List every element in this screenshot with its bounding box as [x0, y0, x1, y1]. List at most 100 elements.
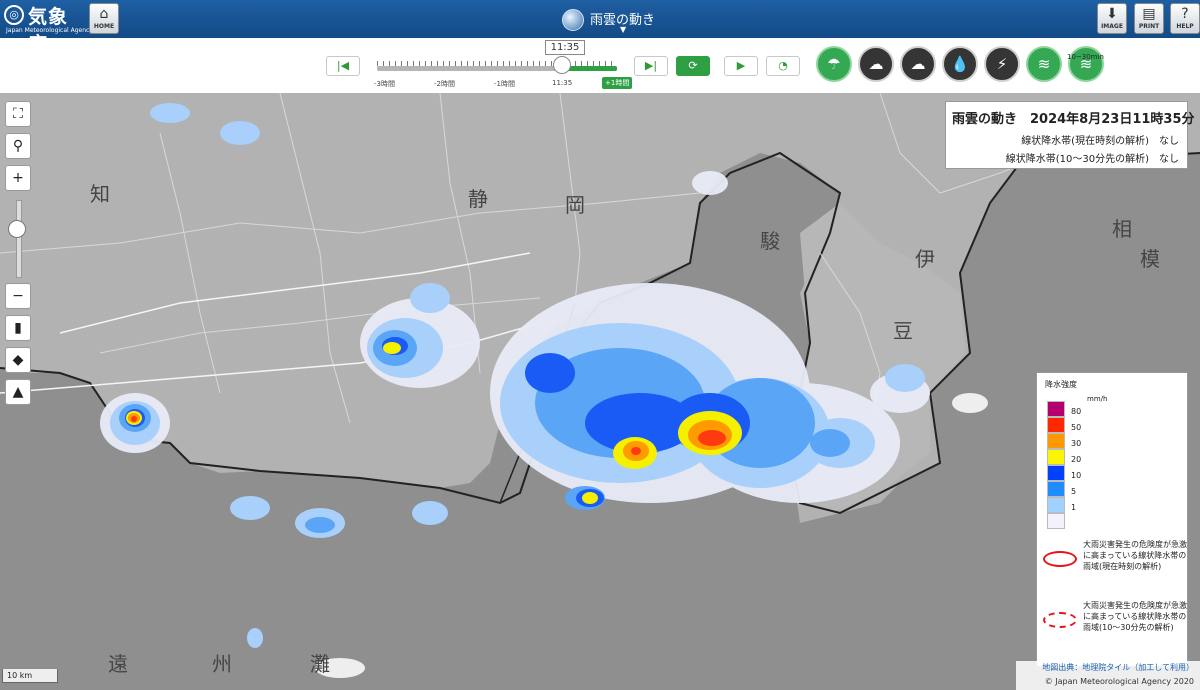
image-button[interactable]: ⬇ IMAGE	[1097, 3, 1127, 34]
place-label: 伊	[915, 247, 935, 271]
place-label: 州	[212, 652, 232, 676]
print-label: PRINT	[1138, 23, 1160, 30]
jma-logo[interactable]: ◎ 気象庁 Japan Meteorological Agency	[4, 3, 93, 55]
print-button[interactable]: ▤ PRINT	[1134, 3, 1164, 34]
legend-value: 20	[1071, 455, 1082, 464]
zoom-in-button[interactable]: +	[5, 165, 31, 191]
place-label: 知	[90, 182, 110, 206]
jma-emblem-icon: ◎	[4, 5, 24, 25]
terrain-button[interactable]: ▲	[5, 379, 31, 405]
speed-button[interactable]: ◔	[766, 56, 800, 76]
chevron-down-icon: ▼	[620, 25, 627, 34]
place-label: 静	[468, 187, 488, 211]
question-icon: ?	[1181, 6, 1189, 22]
latest-button[interactable]: ⟳	[676, 56, 710, 76]
status-title: 雨雲の動き 2024年8月23日11時35分	[952, 112, 1195, 127]
legend-swatch	[1047, 497, 1065, 513]
legend-title: 降水強度	[1045, 380, 1077, 389]
legend-value: 50	[1071, 423, 1082, 432]
minus-icon: −	[12, 288, 24, 304]
legend-value: 5	[1071, 487, 1077, 496]
legend-swatch	[1047, 401, 1065, 417]
layer-linear-band-forecast-button[interactable]: ≋	[1068, 46, 1104, 82]
legend-swatch	[1047, 417, 1065, 433]
current-location-button[interactable]: ⚲	[5, 133, 31, 159]
product-selector[interactable]: 雨雲の動き ▼	[560, 5, 670, 35]
opacity-button[interactable]: ◆	[5, 347, 31, 373]
legend-value: 30	[1071, 439, 1082, 448]
layer-rain-button[interactable]: ☂	[816, 46, 852, 82]
cloud-radar-icon: ☁	[910, 55, 926, 73]
fullscreen-icon: ⛶	[13, 106, 23, 122]
legend-swatch	[1047, 481, 1065, 497]
attribution: 地図出典：地理院タイル（加工して利用） © Japan Meteorologic…	[1016, 661, 1200, 690]
printer-icon: ▤	[1142, 6, 1156, 22]
copyright-text: © Japan Meteorological Agency 2020	[1044, 677, 1194, 686]
rain-map[interactable]: 知 静 岡 駿 伊 豆 相 模 遠 州 灘 ⛶ ⚲ + − ▮ ◆ ▲ 雨雲の動…	[0, 93, 1200, 690]
plus-one-hour-label[interactable]: +1時間	[602, 77, 633, 89]
plus-icon: +	[12, 170, 24, 186]
layer-radar-button[interactable]: ☁	[900, 46, 936, 82]
lightning-icon: ⚡	[996, 55, 1008, 73]
tick-label: -2時間	[434, 80, 455, 88]
time-slider-thumb[interactable]	[553, 56, 571, 74]
place-label: 模	[1140, 247, 1160, 271]
place-label: 岡	[565, 193, 585, 217]
legend-swatch	[1047, 433, 1065, 449]
place-label: 豆	[893, 319, 913, 343]
droplet-icon: ◆	[12, 352, 24, 368]
play-button[interactable]: ▶	[724, 56, 758, 76]
map-layer-button[interactable]: ▮	[5, 315, 31, 341]
speedometer-icon: ◔	[778, 59, 788, 72]
forecast-layer-label: 10~30min	[1067, 53, 1104, 61]
legend-swatch	[1047, 513, 1065, 529]
tick-label: -3時間	[374, 80, 395, 88]
skip-to-end-button[interactable]: ▶|	[634, 56, 668, 76]
skip-forward-icon: ▶|	[644, 59, 658, 72]
tick-label: 11:35	[552, 79, 573, 87]
map-icon: ▮	[14, 320, 22, 336]
legend-swatch	[1047, 465, 1065, 481]
attribution-link[interactable]: 地図出典：地理院タイル（加工して利用）	[1016, 661, 1194, 675]
place-label: 駿	[760, 229, 780, 253]
skip-to-start-button[interactable]: |◀	[326, 56, 360, 76]
raindrop-icon: 💧	[950, 55, 970, 73]
refresh-icon: ⟳	[688, 59, 698, 72]
tick-label: -1時間	[494, 80, 515, 88]
legend-unit: mm/h	[1087, 395, 1108, 403]
layer-lightning-button[interactable]: ⚡	[984, 46, 1020, 82]
place-label: 遠	[108, 652, 128, 676]
cloud-rain-icon: ☂	[827, 55, 841, 73]
legend-value: 80	[1071, 407, 1082, 416]
play-icon: ▶	[736, 59, 746, 72]
download-icon: ⬇	[1106, 6, 1118, 22]
layer-linear-band-button[interactable]: ≋	[1026, 46, 1062, 82]
legend-value: 10	[1071, 471, 1082, 480]
image-label: IMAGE	[1101, 23, 1123, 30]
help-button[interactable]: ? HELP	[1170, 3, 1200, 34]
time-slider-track[interactable]	[377, 66, 617, 71]
logo-subtitle: Japan Meteorological Agency	[6, 27, 93, 34]
status-panel: 雨雲の動き 2024年8月23日11時35分 線状降水帯(現在時刻の解析) なし…	[945, 101, 1195, 169]
map-canvas	[0, 93, 1200, 678]
current-time-display: 11:35	[545, 40, 585, 55]
zoom-out-button[interactable]: −	[5, 283, 31, 309]
help-label: HELP	[1176, 23, 1194, 30]
layer-precip-button[interactable]: 💧	[942, 46, 978, 82]
home-button[interactable]: ⌂ HOME	[89, 3, 119, 34]
linear-band-forecast: 線状降水帯(10～30分先の解析) なし	[1005, 154, 1179, 165]
place-label: 相	[1112, 217, 1132, 241]
legend-panel: 降水強度 mm/h 80 50 30 20 10 5 1 大雨災害発生の危険度が…	[1036, 372, 1188, 667]
place-label: 灘	[310, 652, 330, 676]
home-label: HOME	[93, 23, 115, 30]
zoom-slider-knob[interactable]	[8, 220, 26, 238]
fullscreen-button[interactable]: ⛶	[5, 101, 31, 127]
legend-value: 1	[1071, 503, 1077, 512]
time-toolbar: |◀ 11:35 -3時間 -2時間 -1時間 11:35 +1時間 ▶| ⟳ …	[0, 38, 1200, 93]
globe-icon	[562, 9, 584, 31]
layer-cloud-button[interactable]: ☁	[858, 46, 894, 82]
zoom-slider-track[interactable]	[16, 200, 22, 278]
home-icon: ⌂	[99, 6, 109, 22]
legend-desc-forecast: 大雨災害発生の危険度が急激に高まっている線状降水帯の雨域(10～30分先の解析)	[1083, 601, 1187, 632]
cloud-icon: ☁	[868, 55, 884, 73]
